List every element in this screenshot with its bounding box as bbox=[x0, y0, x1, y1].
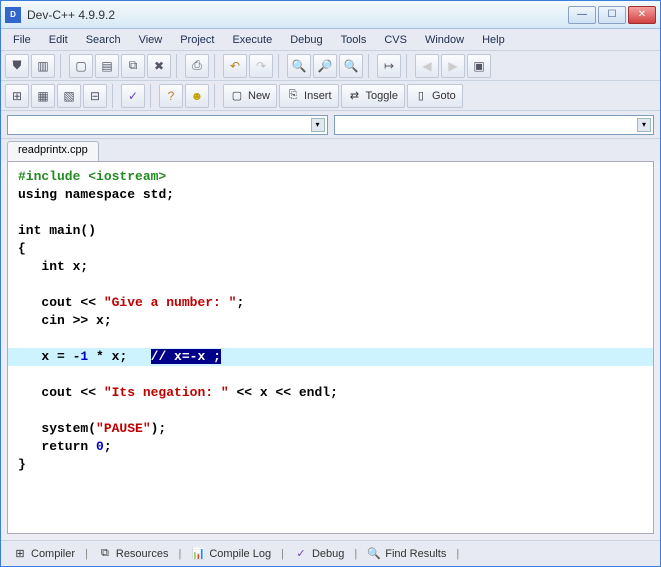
insert-button[interactable]: ⎘Insert bbox=[279, 84, 339, 108]
status-compilelog[interactable]: 📊Compile Log bbox=[185, 545, 277, 563]
nav-back-icon[interactable]: ◀ bbox=[415, 54, 439, 78]
menu-search[interactable]: Search bbox=[78, 32, 129, 48]
status-compiler[interactable]: ⊞Compiler bbox=[7, 545, 81, 563]
status-resources[interactable]: ⧉Resources bbox=[92, 545, 175, 563]
status-debug[interactable]: ✓Debug bbox=[288, 545, 350, 563]
menu-edit[interactable]: Edit bbox=[41, 32, 76, 48]
new-button[interactable]: ▢New bbox=[223, 84, 277, 108]
redo-icon[interactable]: ↷ bbox=[249, 54, 273, 78]
app-window: D Dev-C++ 4.9.9.2 — ☐ ✕ File Edit Search… bbox=[0, 0, 661, 567]
minimize-button[interactable]: — bbox=[568, 6, 596, 24]
chevron-down-icon: ▾ bbox=[311, 118, 325, 132]
help-icon[interactable]: ? bbox=[159, 84, 183, 108]
resources-icon: ⧉ bbox=[98, 547, 112, 561]
shield-icon[interactable]: ⛊ bbox=[5, 54, 29, 78]
toolbar-secondary: ⊞ ▦ ▧ ⊟ ✓ ? ☻ ▢New ⎘Insert ⇄Toggle ▯Goto bbox=[1, 81, 660, 111]
menu-help[interactable]: Help bbox=[474, 32, 513, 48]
method-combo[interactable]: ▾ bbox=[334, 115, 655, 135]
menu-window[interactable]: Window bbox=[417, 32, 472, 48]
close-button[interactable]: ✕ bbox=[628, 6, 656, 24]
compile-run-icon[interactable]: ▧ bbox=[57, 84, 81, 108]
toggle-icon: ⇄ bbox=[348, 89, 362, 103]
toggle-button[interactable]: ⇄Toggle bbox=[341, 84, 405, 108]
run-icon[interactable]: ▦ bbox=[31, 84, 55, 108]
menu-cvs[interactable]: CVS bbox=[376, 32, 415, 48]
print-icon[interactable]: ⎙ bbox=[185, 54, 209, 78]
about-icon[interactable]: ☻ bbox=[185, 84, 209, 108]
goto-button[interactable]: ▯Goto bbox=[407, 84, 463, 108]
menubar: File Edit Search View Project Execute De… bbox=[1, 29, 660, 51]
nav-fwd-icon[interactable]: ▶ bbox=[441, 54, 465, 78]
menu-execute[interactable]: Execute bbox=[224, 32, 280, 48]
menu-project[interactable]: Project bbox=[172, 32, 222, 48]
replace-icon[interactable]: 🔎 bbox=[313, 54, 337, 78]
find-results-icon: 🔍 bbox=[367, 547, 381, 561]
check-icon[interactable]: ✓ bbox=[121, 84, 145, 108]
new-file-icon[interactable]: ▢ bbox=[69, 54, 93, 78]
goto-bm-icon: ▯ bbox=[414, 89, 428, 103]
tab-readprintx[interactable]: readprintx.cpp bbox=[7, 141, 99, 161]
compiler-icon: ⊞ bbox=[13, 547, 27, 561]
selection: // x=-x ; bbox=[151, 349, 221, 364]
save-all-icon[interactable]: ⧉ bbox=[121, 54, 145, 78]
open-icon[interactable]: ▤ bbox=[95, 54, 119, 78]
goto-icon[interactable]: ↦ bbox=[377, 54, 401, 78]
findnext-icon[interactable]: 🔍 bbox=[339, 54, 363, 78]
titlebar: D Dev-C++ 4.9.9.2 — ☐ ✕ bbox=[1, 1, 660, 29]
app-icon: D bbox=[5, 7, 21, 23]
code-editor[interactable]: #include <iostream> using namespace std;… bbox=[7, 161, 654, 534]
insert-icon: ⎘ bbox=[286, 89, 300, 103]
close-file-icon[interactable]: ✖ bbox=[147, 54, 171, 78]
class-combo[interactable]: ▾ bbox=[7, 115, 328, 135]
highlighted-line: x = -1 * x; // x=-x ; bbox=[8, 348, 653, 366]
bookmark-icon[interactable]: ▣ bbox=[467, 54, 491, 78]
class-browser-bar: ▾ ▾ bbox=[1, 111, 660, 139]
menu-view[interactable]: View bbox=[131, 32, 171, 48]
statusbar: ⊞Compiler| ⧉Resources| 📊Compile Log| ✓De… bbox=[1, 540, 660, 566]
status-findresults[interactable]: 🔍Find Results bbox=[361, 545, 452, 563]
code-content: #include <iostream> using namespace std;… bbox=[8, 162, 653, 480]
file-tabs: readprintx.cpp bbox=[1, 139, 660, 161]
menu-debug[interactable]: Debug bbox=[282, 32, 330, 48]
menu-tools[interactable]: Tools bbox=[333, 32, 375, 48]
compile-icon[interactable]: ⊞ bbox=[5, 84, 29, 108]
menu-file[interactable]: File bbox=[5, 32, 39, 48]
find-icon[interactable]: 🔍 bbox=[287, 54, 311, 78]
chevron-down-icon: ▾ bbox=[637, 118, 651, 132]
project-icon[interactable]: ▥ bbox=[31, 54, 55, 78]
log-icon: 📊 bbox=[191, 547, 205, 561]
debug-icon: ✓ bbox=[294, 547, 308, 561]
maximize-button[interactable]: ☐ bbox=[598, 6, 626, 24]
window-title: Dev-C++ 4.9.9.2 bbox=[27, 8, 568, 22]
new-icon: ▢ bbox=[230, 89, 244, 103]
rebuild-icon[interactable]: ⊟ bbox=[83, 84, 107, 108]
undo-icon[interactable]: ↶ bbox=[223, 54, 247, 78]
toolbar-main: ⛊ ▥ ▢ ▤ ⧉ ✖ ⎙ ↶ ↷ 🔍 🔎 🔍 ↦ ◀ ▶ ▣ bbox=[1, 51, 660, 81]
